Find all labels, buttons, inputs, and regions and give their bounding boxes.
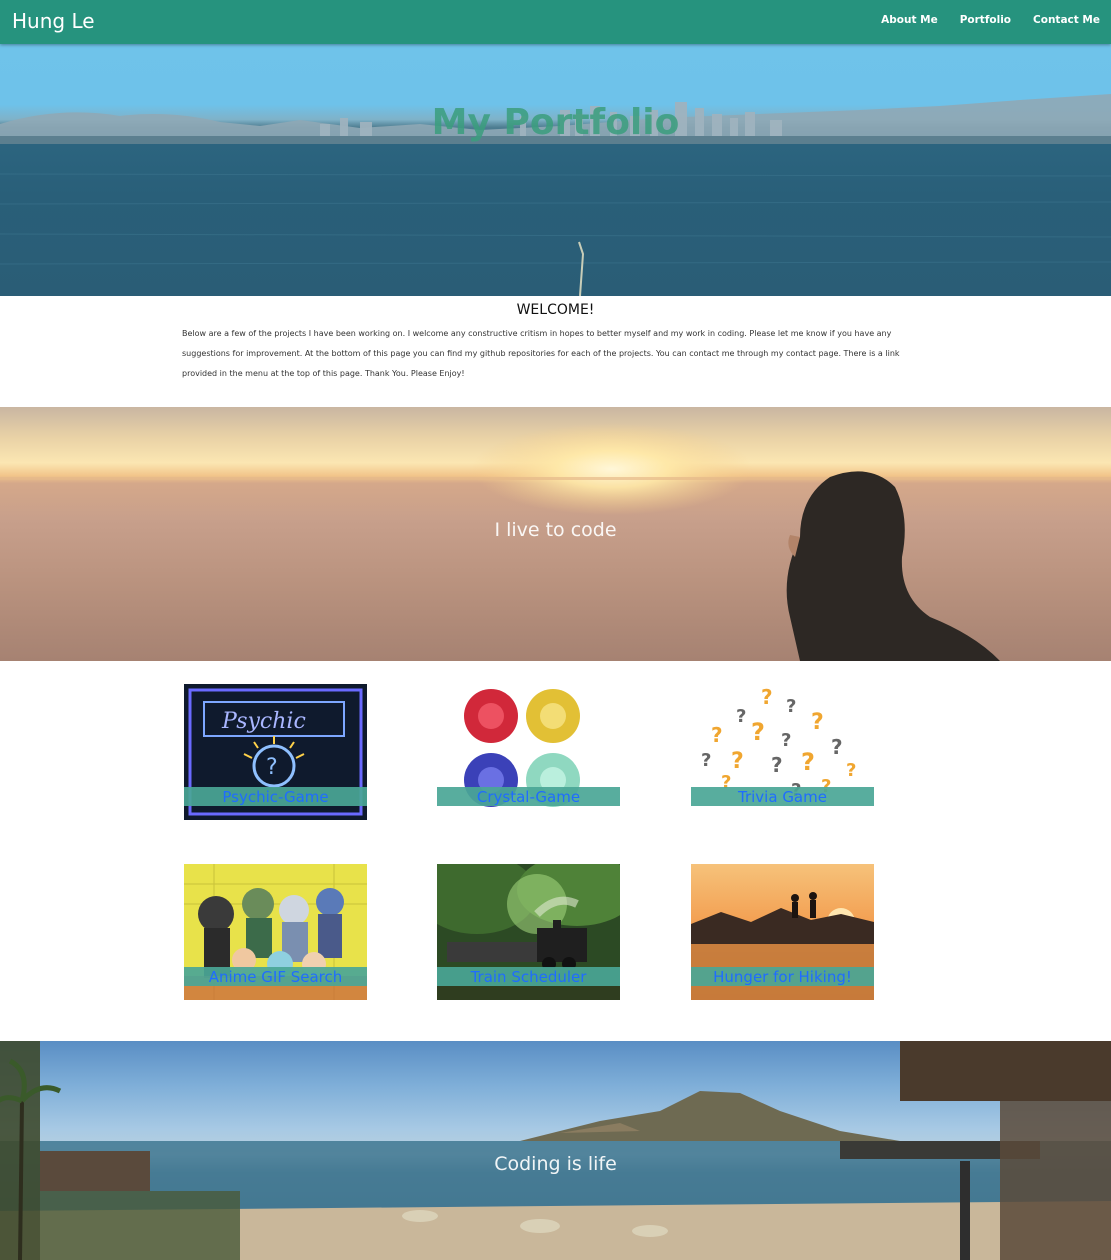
svg-text:?: ? [786,696,796,717]
nav-contact-me[interactable]: Contact Me [1033,14,1100,26]
portfolio-grid: Psychic ? Psychic-Game Crystal-Game ? ? [0,661,1111,1041]
nav-about-me[interactable]: About Me [881,14,938,26]
svg-text:?: ? [711,723,723,747]
sunset-caption: I live to code [494,519,617,541]
panorama-banner: Coding is life [0,1041,1111,1260]
project-card-anime-gif-search[interactable]: Anime GIF Search [184,864,367,1000]
svg-text:?: ? [761,685,773,709]
project-card-trivia-game[interactable]: ? ? ? ? ? ? ? ? ? ? ? ? ? ? ? ? Trivia G… [691,684,874,820]
nav-portfolio[interactable]: Portfolio [960,14,1011,26]
project-card-hunger-for-hiking[interactable]: Hunger for Hiking! [691,864,874,1000]
panorama-caption: Coding is life [494,1153,617,1175]
project-card-psychic-game[interactable]: Psychic ? Psychic-Game [184,684,367,820]
project-title: Psychic-Game [184,787,367,806]
project-title: Train Scheduler [437,967,620,986]
svg-text:?: ? [731,749,744,774]
beach-panorama-image [0,1041,1111,1260]
svg-text:?: ? [701,750,711,771]
brand-link[interactable]: Hung Le [12,9,95,33]
welcome-text: Below are a few of the projects I have b… [182,329,900,378]
hero-banner: My Portfolio [0,44,1111,296]
svg-text:?: ? [736,706,746,727]
svg-text:?: ? [781,730,791,751]
svg-text:Psychic: Psychic [221,709,306,734]
project-title: Crystal-Game [437,787,620,806]
svg-text:?: ? [751,718,765,746]
svg-text:?: ? [771,753,783,777]
project-title: Trivia Game [691,787,874,806]
project-card-train-scheduler[interactable]: Train Scheduler [437,864,620,1000]
svg-text:?: ? [831,735,843,759]
welcome-section: WELCOME! Below are a few of the projects… [0,296,1111,407]
svg-text:?: ? [801,748,815,776]
navbar: Hung Le About Me Portfolio Contact Me [0,0,1111,44]
svg-text:?: ? [811,710,824,735]
welcome-heading: WELCOME! [516,302,595,318]
svg-text:?: ? [266,755,278,780]
project-title: Hunger for Hiking! [691,967,874,986]
project-card-crystal-game[interactable]: Crystal-Game [437,684,620,820]
nav-links: About Me Portfolio Contact Me [881,14,1100,26]
bay-skyline-image [0,94,1111,296]
svg-text:?: ? [846,760,856,781]
project-title: Anime GIF Search [184,967,367,986]
sunset-banner: I live to code [0,407,1111,661]
hero-title: My Portfolio [431,102,680,143]
